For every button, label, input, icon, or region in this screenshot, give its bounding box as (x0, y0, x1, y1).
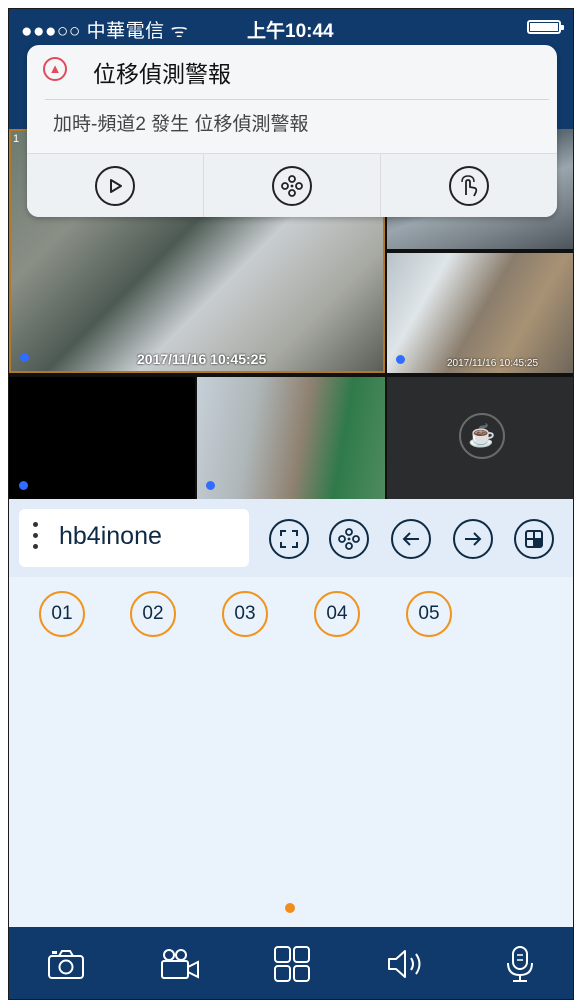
speaker-icon (388, 950, 421, 978)
audio-button[interactable] (383, 941, 429, 987)
device-name: hb4inone (59, 522, 162, 550)
camera-index: 1 (13, 133, 20, 145)
record-button[interactable] (157, 941, 203, 987)
grid-icon (274, 946, 310, 982)
channel-03[interactable]: 03 (222, 591, 268, 637)
status-bar: ●●●○○ 中華電信 ᯤ 上午10:44 (9, 9, 573, 45)
playback-button[interactable] (204, 154, 381, 217)
coffee-cup-icon: ☕ (459, 413, 505, 459)
talk-button[interactable] (497, 941, 543, 987)
fullscreen-icon (280, 530, 298, 548)
status-dot (19, 481, 28, 490)
divider (45, 99, 549, 100)
microphone-icon (507, 946, 533, 982)
bottom-toolbar (9, 927, 573, 999)
previous-button[interactable] (391, 519, 431, 559)
playback-toolbar-button[interactable] (329, 519, 369, 559)
notification-actions (27, 153, 557, 217)
page-indicator (285, 903, 295, 913)
camera-tile-4[interactable] (9, 377, 195, 499)
split-view-button[interactable] (269, 941, 315, 987)
device-toolbar: hb4inone (9, 499, 573, 578)
play-button[interactable] (27, 154, 204, 217)
layout-icon (525, 530, 543, 548)
camera-icon (48, 950, 84, 979)
camera-timestamp: 2017/11/16 10:45:25 (137, 351, 267, 367)
touch-icon (449, 166, 489, 206)
arrow-left-icon (402, 532, 419, 546)
motion-alert-notification[interactable]: ▲ 位移偵測警報 加時-頻道2 發生 位移偵測警報 (27, 45, 557, 217)
notification-body: 加時-頻道2 發生 位移偵測警報 (53, 114, 309, 135)
snapshot-button[interactable] (43, 941, 89, 987)
camera-timestamp: 2017/11/16 10:45:25 (447, 358, 539, 369)
video-record-icon (161, 949, 199, 979)
ptz-button[interactable] (381, 154, 557, 217)
battery-icon (527, 20, 564, 34)
carrier-label: ●●●○○ 中華電信 ᯤ (21, 21, 189, 42)
channel-02[interactable]: 02 (130, 591, 176, 637)
status-dot (206, 481, 215, 490)
fullscreen-button[interactable] (269, 519, 309, 559)
channel-05[interactable]: 05 (406, 591, 452, 637)
film-reel-icon (338, 528, 360, 550)
app-frame: ●●●○○ 中華電信 ᯤ 上午10:44 1 2017/11/16 10:45:… (8, 8, 574, 1000)
bell-icon: ▲ (43, 57, 67, 81)
channel-01[interactable]: 01 (39, 591, 85, 637)
notification-title: 位移偵測警報 (93, 61, 231, 87)
status-dot (20, 353, 29, 362)
channel-list: 01 02 03 04 05 (9, 577, 573, 927)
notification-header: ▲ 位移偵測警報 (27, 45, 557, 95)
camera-tile-3[interactable]: 2017/11/16 10:45:25 (387, 253, 573, 373)
channel-04[interactable]: 04 (314, 591, 360, 637)
next-button[interactable] (453, 519, 493, 559)
camera-tile-5[interactable] (197, 377, 385, 499)
status-dot (396, 355, 405, 364)
more-vertical-icon (33, 522, 39, 552)
arrow-right-icon (465, 532, 482, 546)
layout-button[interactable] (514, 519, 554, 559)
film-reel-icon (272, 166, 312, 206)
status-time: 上午10:44 (247, 21, 334, 42)
play-icon (95, 166, 135, 206)
camera-tile-6[interactable]: ☕ (387, 377, 573, 499)
device-selector[interactable]: hb4inone (19, 509, 249, 567)
